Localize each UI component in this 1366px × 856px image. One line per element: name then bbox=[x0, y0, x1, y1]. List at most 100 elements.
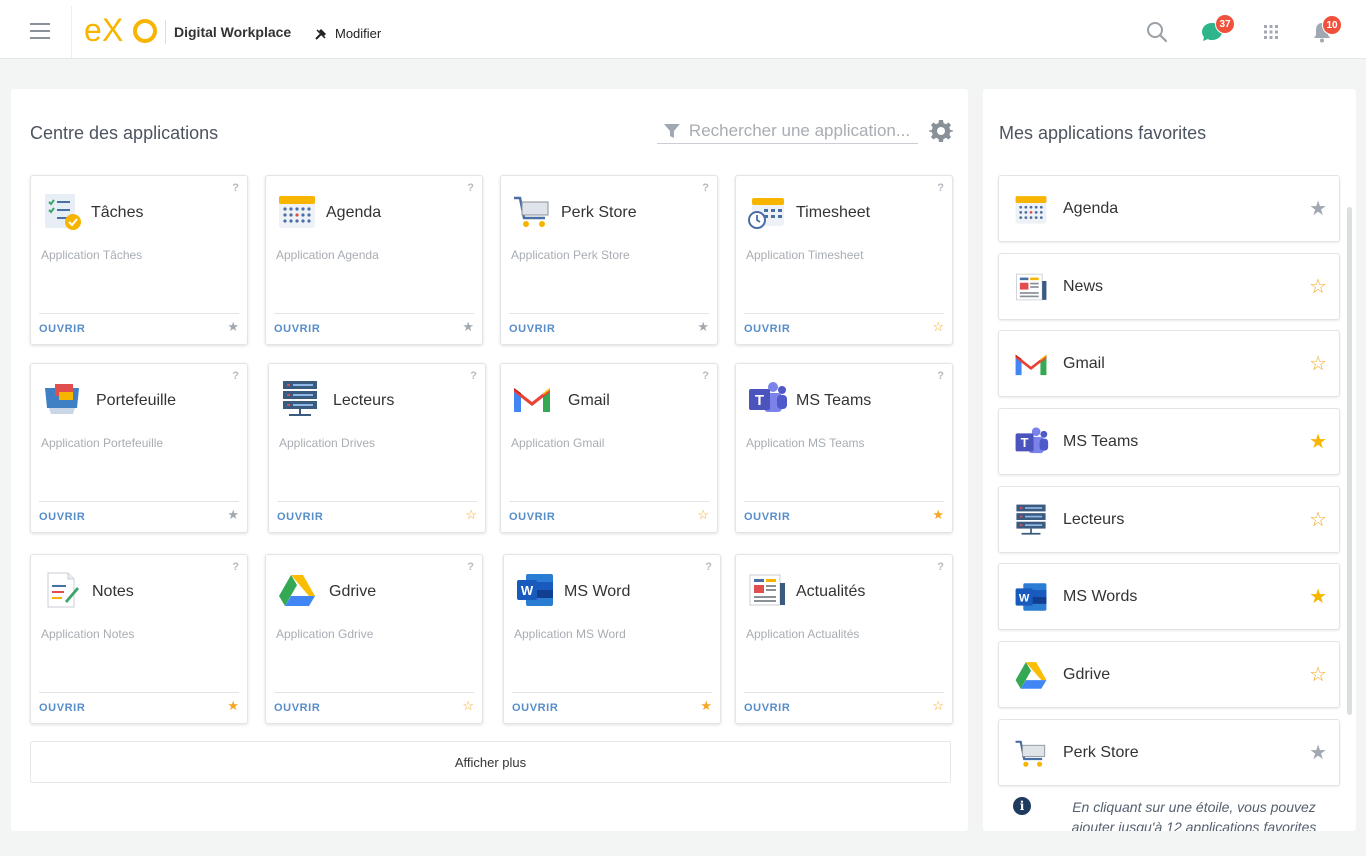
help-icon[interactable]: ? bbox=[937, 182, 944, 194]
favorite-star-icon[interactable]: ★ bbox=[1309, 740, 1327, 765]
open-button[interactable]: OUVRIR bbox=[509, 323, 555, 335]
app-name: Timesheet bbox=[796, 204, 871, 221]
favorite-star-outline-icon[interactable]: ☆ bbox=[465, 507, 477, 523]
favorite-star-outline-icon[interactable]: ☆ bbox=[462, 698, 474, 714]
help-icon[interactable]: ? bbox=[937, 370, 944, 382]
favorite-star-outline-icon[interactable]: ☆ bbox=[1309, 662, 1327, 687]
help-icon[interactable]: ? bbox=[232, 370, 239, 382]
apps-grid-icon[interactable] bbox=[1259, 20, 1283, 44]
app-card-taches[interactable]: ? Tâches Application Tâches OUVRIR ★ bbox=[30, 175, 248, 345]
app-name: Perk Store bbox=[561, 204, 637, 221]
favorite-star-icon[interactable]: ★ bbox=[227, 507, 239, 523]
app-card-agenda[interactable]: ? Agenda Application Agenda OUVRIR ★ bbox=[265, 175, 483, 345]
app-description: Application Portefeuille bbox=[41, 436, 164, 450]
open-button[interactable]: OUVRIR bbox=[274, 702, 320, 714]
search-icon[interactable] bbox=[1145, 20, 1169, 44]
app-card-notes[interactable]: ? Notes Application Notes OUVRIR ★ bbox=[30, 554, 248, 724]
favorite-item-perk-store[interactable]: Perk Store ★ bbox=[998, 719, 1340, 786]
favorite-item-lecteurs[interactable]: Lecteurs ☆ bbox=[998, 486, 1340, 553]
modifier-button[interactable]: Modifier bbox=[314, 26, 381, 41]
help-icon[interactable]: ? bbox=[232, 561, 239, 573]
help-icon[interactable]: ? bbox=[702, 370, 709, 382]
favorite-star-icon[interactable]: ★ bbox=[932, 507, 944, 523]
favorite-name: Perk Store bbox=[1063, 744, 1139, 761]
favorite-star-outline-icon[interactable]: ☆ bbox=[1309, 274, 1327, 299]
favorite-star-icon[interactable]: ★ bbox=[700, 698, 712, 714]
favorite-star-icon[interactable]: ★ bbox=[1309, 196, 1327, 221]
app-description: Application Actualités bbox=[746, 627, 860, 641]
timesheet-icon bbox=[748, 198, 784, 229]
app-card-perk-store[interactable]: ? Perk Store Application Perk Store OUVR… bbox=[500, 175, 718, 345]
card-footer: OUVRIR ☆ bbox=[744, 692, 944, 724]
favorite-name: Gdrive bbox=[1063, 666, 1111, 683]
favorite-star-icon[interactable]: ★ bbox=[697, 319, 709, 335]
open-button[interactable]: OUVRIR bbox=[509, 511, 555, 523]
help-icon[interactable]: ? bbox=[467, 182, 474, 194]
open-button[interactable]: OUVRIR bbox=[277, 511, 323, 523]
favorite-name: Agenda bbox=[1063, 200, 1119, 217]
app-card-ms-teams[interactable]: ? T MS Teams Application MS Teams OUVRIR… bbox=[735, 363, 953, 533]
favorite-star-outline-icon[interactable]: ☆ bbox=[932, 319, 944, 335]
app-search bbox=[657, 119, 918, 144]
app-card-gdrive[interactable]: ? Gdrive Application Gdrive OUVRIR ☆ bbox=[265, 554, 483, 724]
exo-logo[interactable]: e X bbox=[84, 14, 158, 46]
favorite-item-gmail[interactable]: Gmail ☆ bbox=[998, 330, 1340, 397]
word-icon: W bbox=[517, 574, 553, 606]
gdrive-icon bbox=[279, 575, 315, 606]
favorites-title: Mes applications favorites bbox=[999, 123, 1207, 143]
open-button[interactable]: OUVRIR bbox=[744, 323, 790, 335]
favorite-item-ms-teams[interactable]: T MS Teams ★ bbox=[998, 408, 1340, 475]
favorite-item-agenda[interactable]: Agenda ★ bbox=[998, 175, 1340, 242]
tasks-icon bbox=[45, 194, 81, 230]
card-footer: OUVRIR ★ bbox=[39, 692, 239, 724]
favorite-star-outline-icon[interactable]: ☆ bbox=[697, 507, 709, 523]
brand-name: Digital Workplace bbox=[174, 24, 292, 40]
favorite-star-icon[interactable]: ★ bbox=[462, 319, 474, 335]
app-card-ms-word[interactable]: ? W MS Word Application MS Word OUVRIR ★ bbox=[503, 554, 721, 724]
favorite-item-gdrive[interactable]: Gdrive ☆ bbox=[998, 641, 1340, 708]
open-button[interactable]: OUVRIR bbox=[512, 702, 558, 714]
app-card-gmail[interactable]: ? Gmail Application Gmail OUVRIR ☆ bbox=[500, 363, 718, 533]
card-footer: OUVRIR ★ bbox=[274, 313, 474, 345]
favorite-star-icon[interactable]: ★ bbox=[227, 698, 239, 714]
app-name: Actualités bbox=[796, 583, 866, 600]
favorite-star-outline-icon[interactable]: ☆ bbox=[932, 698, 944, 714]
menu-icon[interactable] bbox=[30, 23, 50, 39]
app-description: Application Gmail bbox=[511, 436, 605, 450]
app-name: Tâches bbox=[91, 204, 144, 221]
favorite-item-ms-words[interactable]: W MS Words ★ bbox=[998, 563, 1340, 630]
app-card-portefeuille[interactable]: ? Portefeuille Application Portefeuille … bbox=[30, 363, 248, 533]
app-name: Notes bbox=[92, 583, 134, 600]
help-icon[interactable]: ? bbox=[937, 561, 944, 573]
open-button[interactable]: OUVRIR bbox=[744, 511, 790, 523]
calendar-icon bbox=[1015, 196, 1047, 224]
app-description: Application Gdrive bbox=[276, 627, 374, 641]
gear-icon[interactable] bbox=[929, 119, 953, 143]
app-description: Application MS Teams bbox=[746, 436, 865, 450]
help-icon[interactable]: ? bbox=[467, 561, 474, 573]
help-icon[interactable]: ? bbox=[702, 182, 709, 194]
favorite-star-outline-icon[interactable]: ☆ bbox=[1309, 507, 1327, 532]
favorite-star-icon[interactable]: ★ bbox=[227, 319, 239, 335]
help-icon[interactable]: ? bbox=[705, 561, 712, 573]
scrollbar[interactable] bbox=[1347, 207, 1352, 715]
app-card-timesheet[interactable]: ? Timesheet Application Timesheet OUVRIR… bbox=[735, 175, 953, 345]
server-icon bbox=[283, 381, 317, 416]
open-button[interactable]: OUVRIR bbox=[39, 702, 85, 714]
open-button[interactable]: OUVRIR bbox=[39, 511, 85, 523]
open-button[interactable]: OUVRIR bbox=[744, 702, 790, 714]
app-card-actualites[interactable]: ? Actualités Application Actualités OUVR… bbox=[735, 554, 953, 724]
app-card-lecteurs[interactable]: ? Lecteurs Application Drives OUVRIR ☆ bbox=[268, 363, 486, 533]
search-input[interactable] bbox=[688, 121, 918, 141]
favorite-item-news[interactable]: News ☆ bbox=[998, 253, 1340, 320]
notes-icon bbox=[47, 572, 79, 608]
open-button[interactable]: OUVRIR bbox=[39, 323, 85, 335]
help-icon[interactable]: ? bbox=[232, 182, 239, 194]
help-icon[interactable]: ? bbox=[470, 370, 477, 382]
top-bar: e X Digital Workplace Modifier 37 10 bbox=[0, 0, 1366, 59]
show-more-button[interactable]: Afficher plus bbox=[30, 741, 951, 783]
favorite-star-icon[interactable]: ★ bbox=[1309, 584, 1327, 609]
open-button[interactable]: OUVRIR bbox=[274, 323, 320, 335]
favorite-star-icon[interactable]: ★ bbox=[1309, 429, 1327, 454]
favorite-star-outline-icon[interactable]: ☆ bbox=[1309, 351, 1327, 376]
